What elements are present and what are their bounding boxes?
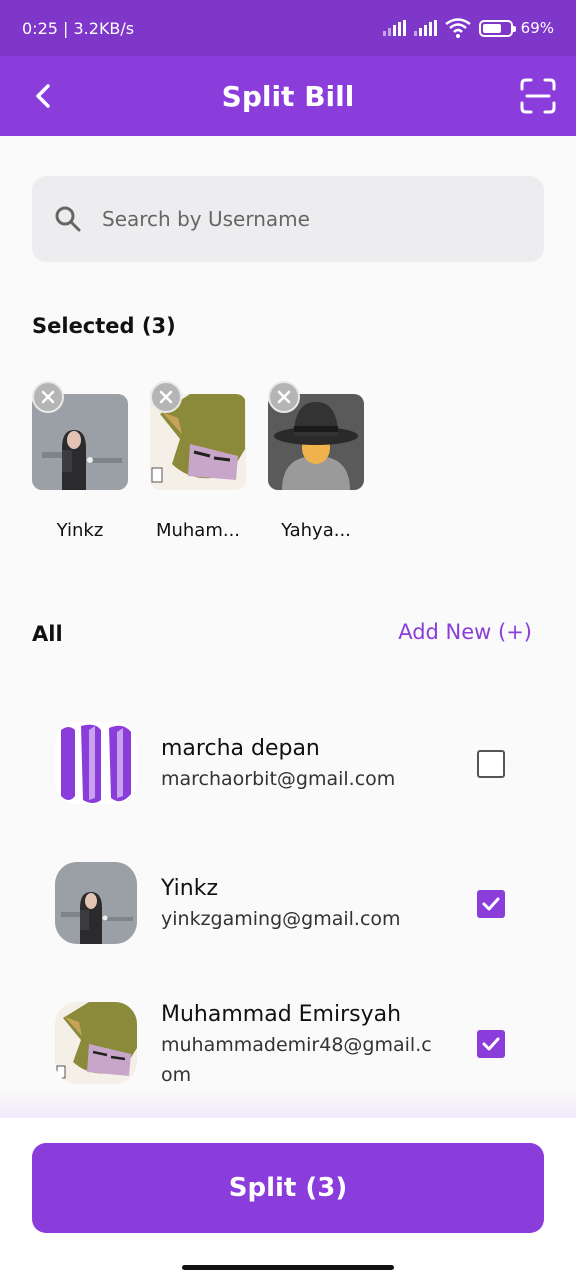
avatar: [55, 1002, 137, 1084]
battery-icon: [478, 19, 516, 37]
signal-icon: [382, 20, 406, 36]
search-input[interactable]: [102, 207, 502, 231]
add-new-button[interactable]: Add New (+): [398, 620, 532, 644]
search-bar[interactable]: [32, 176, 544, 262]
avatar: [55, 722, 137, 804]
all-heading: All: [32, 622, 63, 646]
home-indicator: [182, 1265, 394, 1270]
selected-user-name: Muham...: [155, 520, 241, 541]
remove-selected-button[interactable]: [150, 381, 182, 413]
app-bar: Split Bill: [0, 56, 576, 136]
selected-user-name: Yinkz: [56, 520, 104, 541]
select-checkbox[interactable]: [477, 750, 505, 778]
selected-user[interactable]: Yinkz: [32, 381, 128, 541]
selected-user-name: Yahya...: [281, 520, 351, 541]
user-email: yinkzgaming@gmail.com: [161, 908, 401, 930]
user-name: Yinkz: [161, 876, 218, 901]
close-icon: [159, 390, 173, 404]
user-email: marchaorbit@gmail.com: [161, 768, 396, 790]
select-checkbox[interactable]: [477, 1030, 505, 1058]
scan-icon[interactable]: [518, 76, 558, 116]
selected-user[interactable]: Muham...: [150, 381, 246, 541]
status-bar: 0:25 | 3.2KB/s 69%: [0, 0, 576, 56]
split-button[interactable]: Split (3): [32, 1143, 544, 1233]
avatar: [55, 862, 137, 944]
search-icon: [55, 206, 81, 232]
signal-icon: [413, 20, 437, 36]
remove-selected-button[interactable]: [268, 381, 300, 413]
checkmark-icon: [482, 897, 500, 911]
page-title: Split Bill: [221, 79, 355, 113]
checkmark-icon: [482, 1037, 500, 1051]
wifi-icon: [444, 18, 471, 38]
battery-percent: 69%: [520, 19, 554, 37]
user-email: muhammademir48@gmail.com: [161, 1034, 432, 1086]
list-fade: [0, 1090, 576, 1120]
status-time: 0:25 | 3.2KB/s: [22, 18, 135, 38]
remove-selected-button[interactable]: [32, 381, 64, 413]
user-name: marcha depan: [161, 736, 320, 761]
close-icon: [41, 390, 55, 404]
selected-user[interactable]: Yahya...: [268, 381, 364, 541]
chevron-left-icon[interactable]: [26, 78, 62, 114]
select-checkbox[interactable]: [477, 890, 505, 918]
user-name: Muhammad Emirsyah: [161, 1002, 402, 1027]
close-icon: [277, 390, 291, 404]
selected-heading: Selected (3): [32, 314, 176, 338]
